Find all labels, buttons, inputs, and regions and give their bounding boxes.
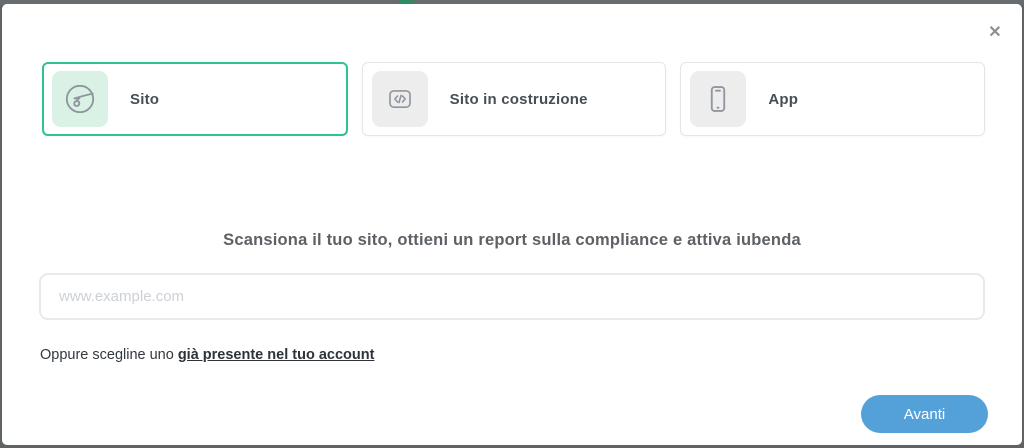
site-type-card-sito[interactable]: Sito: [42, 62, 348, 136]
scan-heading: Scansiona il tuo sito, ottieni un report…: [2, 231, 1022, 250]
site-type-selector: Sito Sito in costruzione: [42, 62, 985, 136]
next-button[interactable]: Avanti: [861, 395, 988, 433]
code-icon: [372, 71, 428, 127]
smartphone-icon: [690, 71, 746, 127]
site-type-label: App: [768, 91, 798, 108]
add-site-modal: ✕ Sito Sito in: [2, 4, 1022, 445]
website-url-input[interactable]: [39, 273, 985, 320]
site-type-card-app[interactable]: App: [680, 62, 985, 136]
close-icon[interactable]: ✕: [984, 22, 1006, 44]
choose-existing-link[interactable]: già presente nel tuo account: [178, 347, 375, 363]
choose-existing-row: Oppure scegline unogià presente nel tuo …: [40, 347, 374, 363]
globe-icon: [52, 71, 108, 127]
choose-existing-prefix: Oppure scegline uno: [40, 347, 174, 363]
site-type-card-sito-in-costruzione[interactable]: Sito in costruzione: [362, 62, 667, 136]
site-type-label: Sito: [130, 91, 159, 108]
site-type-label: Sito in costruzione: [450, 91, 588, 108]
